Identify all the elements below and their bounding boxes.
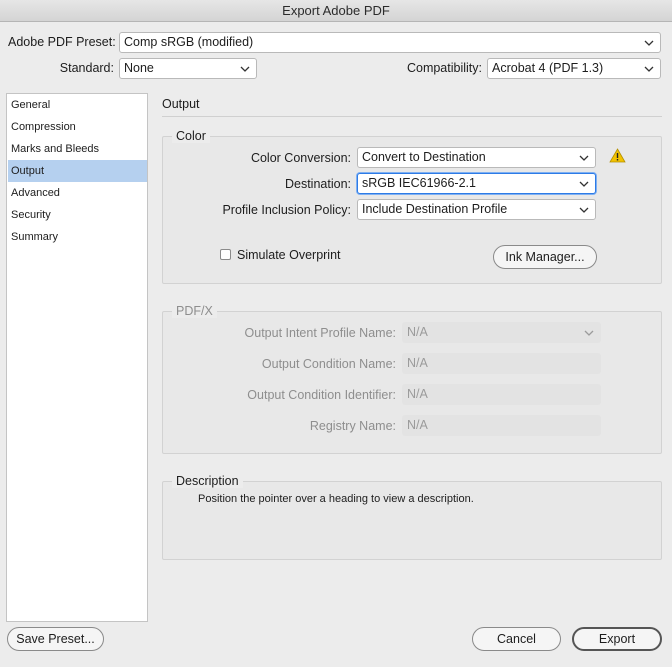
output-intent-value: N/A <box>407 325 428 339</box>
chevron-down-icon <box>644 40 654 46</box>
simulate-overprint-checkbox[interactable] <box>220 249 231 260</box>
destination-value: sRGB IEC61966-2.1 <box>362 176 476 190</box>
chevron-down-icon <box>579 155 589 161</box>
export-button[interactable]: Export <box>572 627 662 651</box>
standard-select[interactable]: None <box>119 58 257 79</box>
sidebar-item-summary[interactable]: Summary <box>8 226 147 248</box>
output-condition-name-value: N/A <box>407 356 428 370</box>
output-intent-label: Output Intent Profile Name: <box>244 326 396 340</box>
warning-icon <box>609 148 626 163</box>
compatibility-select[interactable]: Acrobat 4 (PDF 1.3) <box>487 58 661 79</box>
sidebar-item-output[interactable]: Output <box>8 160 147 182</box>
preset-value: Comp sRGB (modified) <box>124 35 254 49</box>
chevron-down-icon <box>644 66 654 72</box>
save-preset-button[interactable]: Save Preset... <box>7 627 104 651</box>
preset-label: Adobe PDF Preset: <box>8 35 116 49</box>
sidebar-item-general[interactable]: General <box>8 94 147 116</box>
description-title: Description <box>172 474 243 488</box>
sidebar-item-security[interactable]: Security <box>8 204 147 226</box>
window-title: Export Adobe PDF <box>0 0 672 22</box>
compatibility-label: Compatibility: <box>406 61 482 75</box>
section-title: Output <box>162 97 200 111</box>
sidebar-item-advanced[interactable]: Advanced <box>8 182 147 204</box>
output-intent-select[interactable]: N/A <box>402 322 601 343</box>
registry-name-field[interactable]: N/A <box>402 415 601 436</box>
chevron-down-icon <box>240 66 250 72</box>
profile-inclusion-select[interactable]: Include Destination Profile <box>357 199 596 220</box>
destination-select[interactable]: sRGB IEC61966-2.1 <box>357 173 596 194</box>
destination-label: Destination: <box>284 177 351 191</box>
standard-label: Standard: <box>59 61 114 75</box>
chevron-down-icon <box>584 330 594 336</box>
color-conversion-select[interactable]: Convert to Destination <box>357 147 596 168</box>
chevron-down-icon <box>579 207 589 213</box>
standard-value: None <box>124 61 154 75</box>
color-conversion-value: Convert to Destination <box>362 150 486 164</box>
profile-inclusion-label: Profile Inclusion Policy: <box>222 203 351 217</box>
sidebar-item-marks-and-bleeds[interactable]: Marks and Bleeds <box>8 138 147 160</box>
color-panel-title: Color <box>172 129 210 143</box>
cancel-button[interactable]: Cancel <box>472 627 561 651</box>
ink-manager-button[interactable]: Ink Manager... <box>493 245 597 269</box>
output-condition-identifier-label: Output Condition Identifier: <box>247 388 396 402</box>
profile-inclusion-value: Include Destination Profile <box>362 202 508 216</box>
output-condition-identifier-value: N/A <box>407 387 428 401</box>
chevron-down-icon <box>579 181 589 187</box>
pdfx-panel-title: PDF/X <box>172 304 217 318</box>
output-condition-identifier-field[interactable]: N/A <box>402 384 601 405</box>
simulate-overprint-label: Simulate Overprint <box>237 248 341 262</box>
compatibility-value: Acrobat 4 (PDF 1.3) <box>492 61 604 75</box>
section-divider <box>162 116 662 117</box>
sidebar-item-compression[interactable]: Compression <box>8 116 147 138</box>
description-text: Position the pointer over a heading to v… <box>198 493 474 505</box>
registry-name-label: Registry Name: <box>309 419 396 433</box>
registry-name-value: N/A <box>407 418 428 432</box>
output-condition-name-field[interactable]: N/A <box>402 353 601 374</box>
color-conversion-label: Color Conversion: <box>250 151 351 165</box>
sidebar: General Compression Marks and Bleeds Out… <box>6 93 148 622</box>
output-condition-name-label: Output Condition Name: <box>261 357 396 371</box>
preset-select[interactable]: Comp sRGB (modified) <box>119 32 661 53</box>
